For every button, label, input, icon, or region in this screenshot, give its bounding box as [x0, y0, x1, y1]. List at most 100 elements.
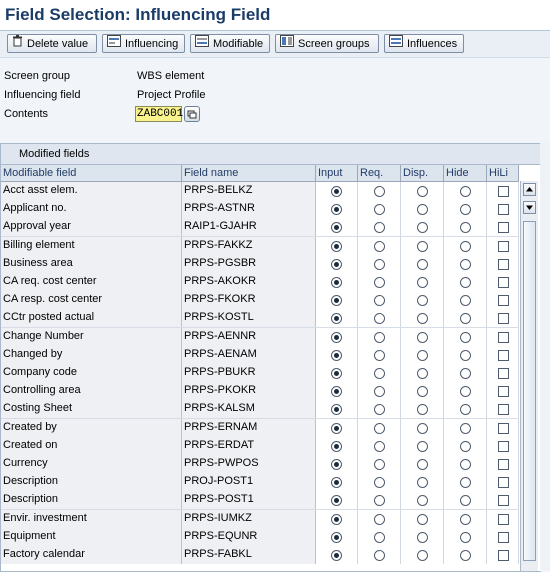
radio-hide[interactable]: [459, 277, 471, 288]
hili-checkbox[interactable]: [498, 386, 509, 398]
col-hili[interactable]: HiLi: [487, 165, 519, 181]
radio-input[interactable]: [331, 495, 342, 507]
radio-hide[interactable]: [459, 495, 471, 507]
hili-checkbox[interactable]: [498, 513, 509, 525]
radio-input[interactable]: [331, 513, 342, 525]
hili-checkbox[interactable]: [498, 204, 509, 216]
radio-disp[interactable]: [416, 240, 428, 252]
hili-checkbox[interactable]: [498, 422, 509, 434]
hili-checkbox[interactable]: [498, 331, 509, 343]
radio-hide[interactable]: [459, 240, 471, 252]
hili-checkbox[interactable]: [498, 313, 509, 325]
radio-req[interactable]: [373, 459, 385, 470]
radio-hide[interactable]: [459, 440, 471, 452]
radio-input[interactable]: [331, 459, 342, 470]
col-hide[interactable]: Hide: [444, 165, 487, 181]
radio-input[interactable]: [331, 240, 342, 252]
radio-hide[interactable]: [459, 349, 471, 361]
radio-disp[interactable]: [416, 349, 428, 361]
hili-checkbox[interactable]: [498, 295, 509, 307]
radio-hide[interactable]: [459, 204, 471, 216]
radio-input[interactable]: [331, 331, 342, 343]
radio-input[interactable]: [331, 349, 342, 361]
radio-hide[interactable]: [459, 295, 471, 307]
hili-checkbox[interactable]: [498, 495, 509, 507]
influencing-button[interactable]: Influencing: [102, 34, 185, 53]
radio-disp[interactable]: [416, 186, 428, 197]
radio-input[interactable]: [331, 477, 342, 489]
radio-hide[interactable]: [459, 531, 471, 543]
radio-hide[interactable]: [459, 459, 471, 470]
radio-disp[interactable]: [416, 313, 428, 325]
radio-req[interactable]: [373, 295, 385, 307]
hili-checkbox[interactable]: [498, 277, 509, 288]
radio-disp[interactable]: [416, 368, 428, 379]
influences-button[interactable]: Influences: [384, 34, 464, 53]
radio-input[interactable]: [331, 258, 342, 270]
hili-checkbox[interactable]: [498, 240, 509, 252]
radio-input[interactable]: [331, 440, 342, 452]
radio-disp[interactable]: [416, 459, 428, 470]
screen-groups-button[interactable]: Screen groups: [275, 34, 379, 53]
radio-req[interactable]: [373, 404, 385, 416]
radio-hide[interactable]: [459, 313, 471, 325]
radio-input[interactable]: [331, 386, 342, 398]
radio-disp[interactable]: [416, 277, 428, 288]
radio-req[interactable]: [373, 204, 385, 216]
radio-disp[interactable]: [416, 422, 428, 434]
hili-checkbox[interactable]: [498, 440, 509, 452]
radio-disp[interactable]: [416, 204, 428, 216]
radio-req[interactable]: [373, 550, 385, 561]
radio-disp[interactable]: [416, 258, 428, 270]
radio-req[interactable]: [373, 513, 385, 525]
hili-checkbox[interactable]: [498, 531, 509, 543]
radio-req[interactable]: [373, 331, 385, 343]
radio-hide[interactable]: [459, 513, 471, 525]
radio-input[interactable]: [331, 277, 342, 288]
radio-req[interactable]: [373, 277, 385, 288]
scroll-up-button[interactable]: [523, 183, 536, 196]
scroll-down-button[interactable]: [523, 201, 536, 214]
hili-checkbox[interactable]: [498, 477, 509, 489]
radio-disp[interactable]: [416, 404, 428, 416]
radio-req[interactable]: [373, 186, 385, 197]
radio-disp[interactable]: [416, 531, 428, 543]
hili-checkbox[interactable]: [498, 258, 509, 270]
radio-disp[interactable]: [416, 550, 428, 561]
delete-value-button[interactable]: Delete value: [7, 34, 97, 53]
col-field-name[interactable]: Field name: [182, 165, 316, 181]
radio-disp[interactable]: [416, 386, 428, 398]
radio-req[interactable]: [373, 368, 385, 379]
radio-hide[interactable]: [459, 258, 471, 270]
col-disp[interactable]: Disp.: [401, 165, 444, 181]
radio-req[interactable]: [373, 349, 385, 361]
value-help-button[interactable]: [184, 106, 200, 122]
radio-input[interactable]: [331, 550, 342, 561]
radio-disp[interactable]: [416, 222, 428, 234]
radio-input[interactable]: [331, 222, 342, 234]
radio-disp[interactable]: [416, 513, 428, 525]
radio-disp[interactable]: [416, 295, 428, 307]
radio-input[interactable]: [331, 422, 342, 434]
radio-req[interactable]: [373, 386, 385, 398]
radio-hide[interactable]: [459, 386, 471, 398]
radio-input[interactable]: [331, 204, 342, 216]
radio-req[interactable]: [373, 240, 385, 252]
vertical-scrollbar[interactable]: [520, 181, 538, 571]
hili-checkbox[interactable]: [498, 222, 509, 234]
radio-req[interactable]: [373, 313, 385, 325]
radio-req[interactable]: [373, 440, 385, 452]
scroll-thumb[interactable]: [523, 221, 536, 561]
radio-disp[interactable]: [416, 331, 428, 343]
radio-req[interactable]: [373, 222, 385, 234]
radio-hide[interactable]: [459, 477, 471, 489]
col-req[interactable]: Req.: [358, 165, 401, 181]
radio-req[interactable]: [373, 422, 385, 434]
radio-req[interactable]: [373, 531, 385, 543]
radio-input[interactable]: [331, 404, 342, 416]
radio-hide[interactable]: [459, 331, 471, 343]
radio-input[interactable]: [331, 368, 342, 379]
hili-checkbox[interactable]: [498, 550, 509, 561]
radio-hide[interactable]: [459, 404, 471, 416]
hili-checkbox[interactable]: [498, 459, 509, 470]
